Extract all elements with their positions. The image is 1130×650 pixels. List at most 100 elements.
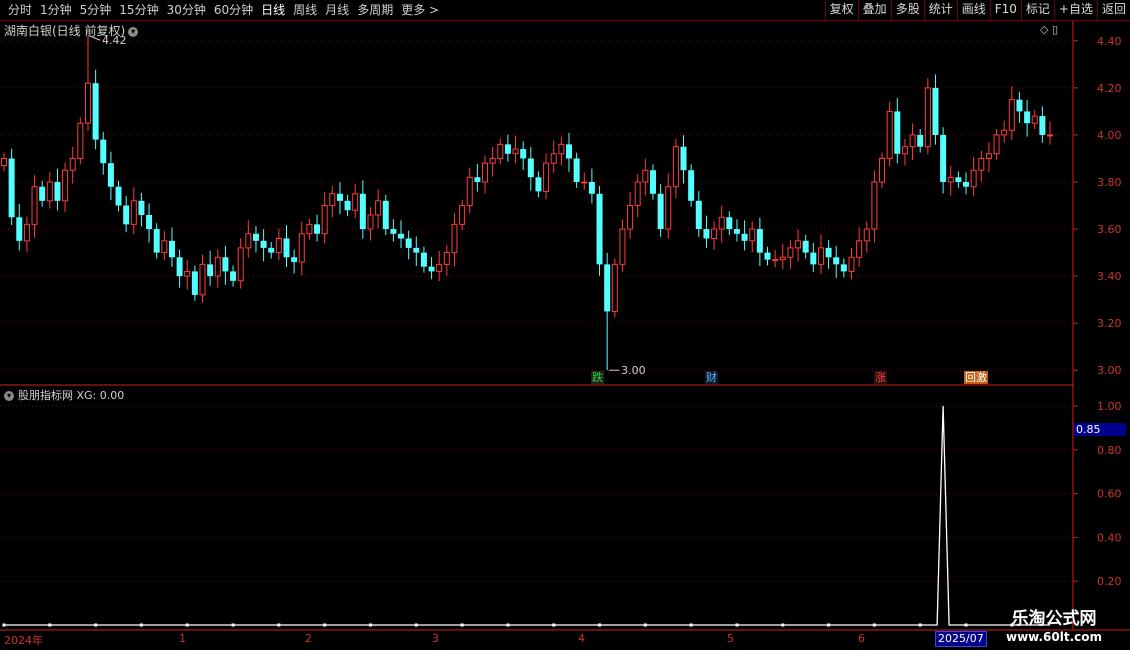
candle-body-up [199, 263, 206, 296]
candle-body-up [367, 214, 374, 230]
candle-body-down [955, 177, 962, 182]
candle-body-down [107, 163, 114, 187]
indicator-point [94, 623, 98, 627]
candle-body-down [382, 200, 389, 230]
candle-body-down [191, 271, 198, 295]
watermark-url: www.60lt.com [1005, 630, 1103, 644]
indicator-point [598, 623, 602, 627]
candle-body-down [54, 182, 61, 201]
candle-body-down [756, 229, 763, 253]
stock-title-text: 湖南白银(日线 前复权) [4, 24, 126, 38]
event-marker-finance[interactable]: 财 [705, 371, 718, 384]
indicator-point [689, 623, 693, 627]
candle-body-up [993, 134, 1000, 155]
candle-body-up [451, 223, 458, 254]
candle-body-up [482, 162, 489, 183]
candle-body-up [375, 200, 382, 216]
candle-body-up [749, 228, 756, 242]
candle-body-up [879, 157, 886, 183]
indicator-title-text: 股朋指标网 XG: 0.00 [18, 389, 125, 402]
chevron-down-icon[interactable]: ▾ [128, 26, 139, 37]
candle-body-up [184, 270, 191, 277]
candle-body-up [848, 256, 855, 272]
candle-body-down [260, 240, 267, 248]
price-tick-label: 3.00 [1097, 364, 1122, 377]
candle-body-down [291, 257, 298, 262]
candle-body-up [436, 263, 443, 272]
candle-body-up [642, 169, 649, 183]
event-marker-rise[interactable]: 涨 [874, 371, 887, 384]
candle-body-down [168, 240, 175, 258]
candle-body-up [558, 143, 565, 155]
event-marker-drop[interactable]: 跌 [591, 371, 604, 384]
indicator-point [231, 623, 235, 627]
chevron-down-icon[interactable]: ▾ [4, 391, 14, 401]
candle-body-up [581, 181, 588, 184]
candle-body-up [550, 153, 557, 164]
candle-body-up [779, 256, 786, 261]
candle-body-up [634, 181, 641, 207]
candle-body-down [932, 87, 939, 135]
candle-body-down [344, 200, 351, 211]
indicator-point [185, 623, 189, 627]
candle-body-down [764, 252, 771, 260]
date-month-2: 2 [305, 632, 312, 645]
candle-body-up [23, 223, 30, 242]
panel-toggle-icon[interactable]: ▯ [1052, 23, 1058, 36]
candle-body-up [901, 146, 908, 155]
candle-body-down [1039, 116, 1046, 135]
candle-body-up [718, 216, 725, 230]
candle-body-down [123, 205, 130, 225]
candle-body-down [428, 266, 435, 272]
candle-body-down [390, 229, 397, 234]
event-marker-rebound[interactable]: 回激 [964, 371, 988, 384]
candle-body-down [894, 111, 901, 154]
indicator-line [4, 405, 1050, 626]
candle-body-up [1008, 99, 1015, 131]
candle-body-up [443, 252, 450, 265]
indicator-point [277, 623, 281, 627]
candle-body-down [703, 229, 710, 239]
candle-body-down [283, 238, 290, 258]
candle-body-down [115, 186, 122, 206]
candle-body-up [970, 169, 977, 188]
indicator-tick-label: 0.40 [1097, 531, 1122, 544]
candle-body-down [314, 224, 321, 234]
candle-body-down [207, 264, 214, 277]
candle-body-up [947, 176, 954, 183]
candle-body-down [940, 134, 947, 182]
indicator-point [735, 623, 739, 627]
candle-body-down [230, 271, 237, 281]
candle-body-up [321, 205, 328, 235]
indicator-point [643, 623, 647, 627]
candle-body-up [772, 259, 779, 262]
candle-body-up [69, 157, 76, 171]
candle-body-up [978, 157, 985, 171]
candle-body-up [214, 256, 221, 277]
candle-body-down [917, 134, 924, 147]
candle-body-up [619, 228, 626, 265]
candle-body-up [84, 82, 91, 124]
diamond-icon[interactable]: ◇ [1040, 23, 1048, 36]
candle-body-up [1001, 129, 1008, 136]
indicator-tick-label: 0.80 [1097, 444, 1122, 457]
indicator-point [872, 623, 876, 627]
candle-body-down [657, 193, 664, 230]
watermark-title: 乐淘公式网 [1011, 609, 1097, 629]
candle-body-down [802, 240, 809, 253]
candle-body-up [924, 87, 931, 148]
candle-body-down [596, 193, 603, 265]
candle-body-up [817, 247, 824, 265]
candle-body-down [153, 229, 160, 253]
indicator-point [368, 623, 372, 627]
candle-body-down [741, 233, 748, 241]
candle-body-down [413, 247, 420, 253]
candle-body-up [245, 233, 252, 249]
candle-body-down [39, 186, 46, 201]
candle-body-up [459, 205, 466, 225]
candle-body-down [252, 233, 259, 241]
candle-body-down [535, 177, 542, 192]
candle-body-up [31, 186, 38, 225]
indicator-point [506, 623, 510, 627]
price-tick-label: 4.20 [1097, 82, 1122, 95]
